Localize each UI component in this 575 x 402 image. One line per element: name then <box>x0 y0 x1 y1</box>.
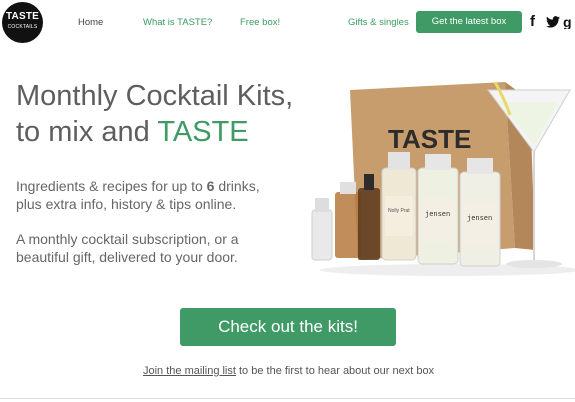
check-out-kits-button[interactable]: Check out the kits! <box>180 308 396 346</box>
get-latest-box-button[interactable]: Get the latest box <box>416 11 522 33</box>
footer-divider <box>0 398 575 399</box>
bag-label: TASTE <box>388 124 471 154</box>
headline-line2-prefix: to mix and <box>16 116 158 148</box>
bottle-label-2: jensen <box>425 211 450 219</box>
nav-home-link[interactable]: Home <box>78 17 103 28</box>
hero-subscription-text: A monthly cocktail subscription, or a be… <box>16 230 316 266</box>
nav-gifts-link[interactable]: Gifts & singles <box>348 17 409 28</box>
subscription-text-b: beautiful gift, delivered to your door. <box>16 249 238 265</box>
headline-line1: Monthly Cocktail Kits, <box>16 80 294 112</box>
mailing-list-rest: to be the first to hear about our next b… <box>235 365 435 377</box>
desc-text-b: drinks, <box>214 178 260 194</box>
desc-text-c: plus extra info, history & tips online. <box>16 196 237 212</box>
product-image: TASTE Nolly Prat jensen jensen <box>300 60 575 280</box>
google-plus-icon[interactable]: g <box>563 12 575 35</box>
hero-description: Ingredients & recipes for up to 6 drinks… <box>16 177 316 213</box>
headline-accent: TASTE <box>157 116 249 148</box>
hero-headline: Monthly Cocktail Kits, to mix and TASTE <box>16 78 293 150</box>
taste-logo[interactable]: TASTE COCKTAILS <box>2 2 43 43</box>
nav-what-is-taste-link[interactable]: What is TASTE? <box>143 17 212 28</box>
facebook-icon[interactable]: f <box>530 12 535 32</box>
twitter-icon[interactable] <box>546 12 560 34</box>
logo-subtitle: COCKTAILS <box>7 24 38 30</box>
join-mailing-list-link[interactable]: Join the mailing list <box>143 365 236 377</box>
nav-free-box-link[interactable]: Free box! <box>240 17 280 28</box>
svg-text:g: g <box>563 15 572 29</box>
subscription-text-a: A monthly cocktail subscription, or a <box>16 231 239 247</box>
bottle-label-3: jensen <box>467 215 492 223</box>
desc-text-a: Ingredients & recipes for up to <box>16 178 207 194</box>
logo-title: TASTE <box>5 11 40 22</box>
bottle-label-1: Nolly Prat <box>388 208 410 214</box>
mailing-list-text: Join the mailing list to be the first to… <box>143 365 434 377</box>
